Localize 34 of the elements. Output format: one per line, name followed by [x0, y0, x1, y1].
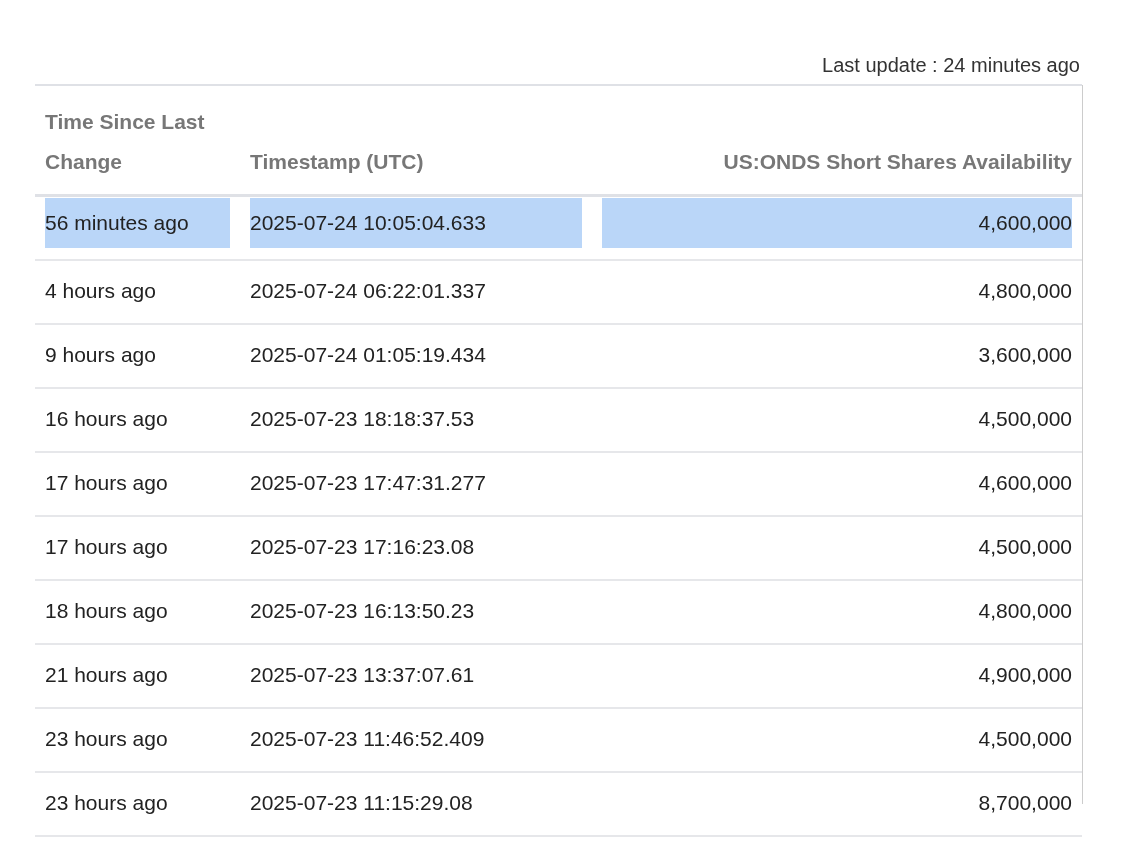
- table-cell-text: 4,800,000: [978, 598, 1072, 624]
- table-cell-text: 2025-07-23 13:37:07.61: [250, 662, 475, 688]
- table-cell-text: 4,600,000: [978, 470, 1072, 496]
- table-cell-text: 17 hours ago: [45, 470, 168, 496]
- column-header: Timestamp (UTC): [250, 150, 424, 173]
- table-cell-text: 16 hours ago: [45, 406, 168, 432]
- table-cell-text: 4,900,000: [978, 662, 1072, 688]
- table-cell-text: 4 hours ago: [45, 278, 156, 304]
- table-cell-text: 9 hours ago: [45, 342, 156, 368]
- table-cell-text: 23 hours ago: [45, 726, 168, 752]
- table-cell-text: 2025-07-24 01:05:19.434: [250, 342, 486, 368]
- table-cell-text: 4,500,000: [978, 534, 1072, 560]
- table-cell-text: 2025-07-23 18:18:37.53: [250, 406, 475, 432]
- table-cell: 4,600,000: [602, 198, 1072, 248]
- table-cell: 2025-07-24 10:05:04.633: [250, 198, 582, 248]
- table-cell-text: 4,500,000: [978, 726, 1072, 752]
- table-cell-text: 2025-07-23 11:46:52.409: [250, 726, 485, 752]
- table-cell-text: 3,600,000: [978, 342, 1072, 368]
- table-cell-text: 2025-07-23 11:15:29.08: [250, 790, 473, 816]
- table-cell-text: 2025-07-23 17:47:31.277: [250, 470, 486, 496]
- last-update-text: Last update : 24 minutes ago: [35, 52, 1082, 86]
- table-cell-text: 2025-07-24 06:22:01.337: [250, 278, 486, 304]
- column-header: Time Since Last Change: [45, 110, 205, 173]
- table-cell: 56 minutes ago: [45, 198, 230, 248]
- table-cell-text: 23 hours ago: [45, 790, 168, 816]
- table-cell-text: 2025-07-23 17:16:23.08: [250, 534, 475, 560]
- table-cell-text: 8,700,000: [978, 790, 1072, 816]
- table-cell-text: 18 hours ago: [45, 598, 168, 624]
- table-cell-text: 21 hours ago: [45, 662, 168, 688]
- table-cell-text: 4,500,000: [978, 406, 1072, 432]
- table-cell-text: 17 hours ago: [45, 534, 168, 560]
- table-cell-text: 4,800,000: [978, 278, 1072, 304]
- column-header: US:ONDS Short Shares Availability: [723, 150, 1072, 173]
- table-cell-text: 2025-07-23 16:13:50.23: [250, 598, 475, 624]
